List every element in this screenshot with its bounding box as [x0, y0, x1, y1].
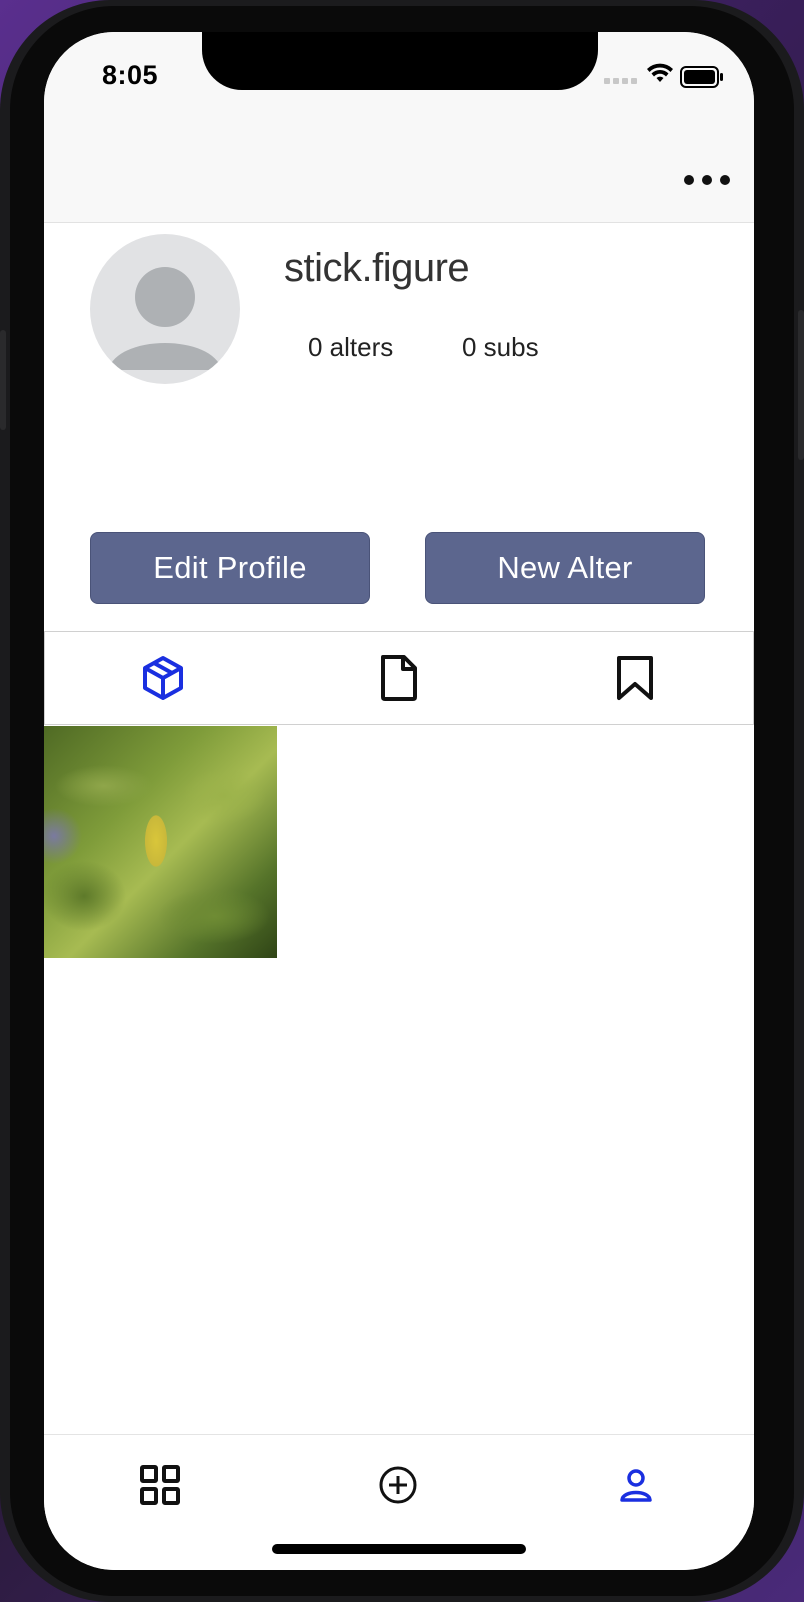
subs-count[interactable]: 0 subs [462, 332, 539, 363]
side-button [798, 310, 804, 460]
person-icon [620, 1469, 652, 1502]
status-time: 8:05 [102, 60, 159, 90]
tab-posts[interactable] [281, 632, 517, 724]
tab-alters[interactable] [45, 632, 281, 724]
ellipsis-icon [684, 175, 694, 185]
tab-create[interactable] [368, 1455, 428, 1515]
status-icons [604, 63, 724, 88]
home-indicator [272, 1544, 526, 1554]
default-avatar-icon [108, 267, 222, 370]
phone-frame: 8:05 stick.figure 0 alters 0 subs Edit P… [0, 0, 804, 1602]
app-screen: 8:05 stick.figure 0 alters 0 subs Edit P… [44, 32, 754, 1570]
bookmark-icon [617, 656, 653, 700]
cube-icon [143, 656, 183, 700]
device-notch [202, 32, 598, 90]
ellipsis-icon [702, 175, 712, 185]
edit-profile-button[interactable]: Edit Profile [90, 532, 370, 604]
wifi-icon [647, 63, 673, 82]
tab-feed[interactable] [130, 1455, 190, 1515]
side-button [0, 330, 6, 430]
alters-count[interactable]: 0 alters [308, 332, 393, 363]
navigation-bar [44, 122, 754, 223]
battery-icon [680, 66, 723, 88]
grid-icon [140, 1465, 180, 1505]
content-tab-bar [44, 631, 754, 725]
more-options-button[interactable] [684, 172, 730, 188]
grid-photo-item[interactable] [44, 726, 277, 958]
tab-saved[interactable] [517, 632, 753, 724]
ellipsis-icon [720, 175, 730, 185]
new-alter-button[interactable]: New Alter [425, 532, 705, 604]
profile-username: stick.figure [284, 246, 470, 290]
tab-profile[interactable] [606, 1455, 666, 1515]
cellular-signal-icon [604, 76, 638, 84]
avatar[interactable] [90, 234, 240, 384]
document-icon [381, 655, 417, 701]
plus-circle-icon [379, 1466, 417, 1504]
